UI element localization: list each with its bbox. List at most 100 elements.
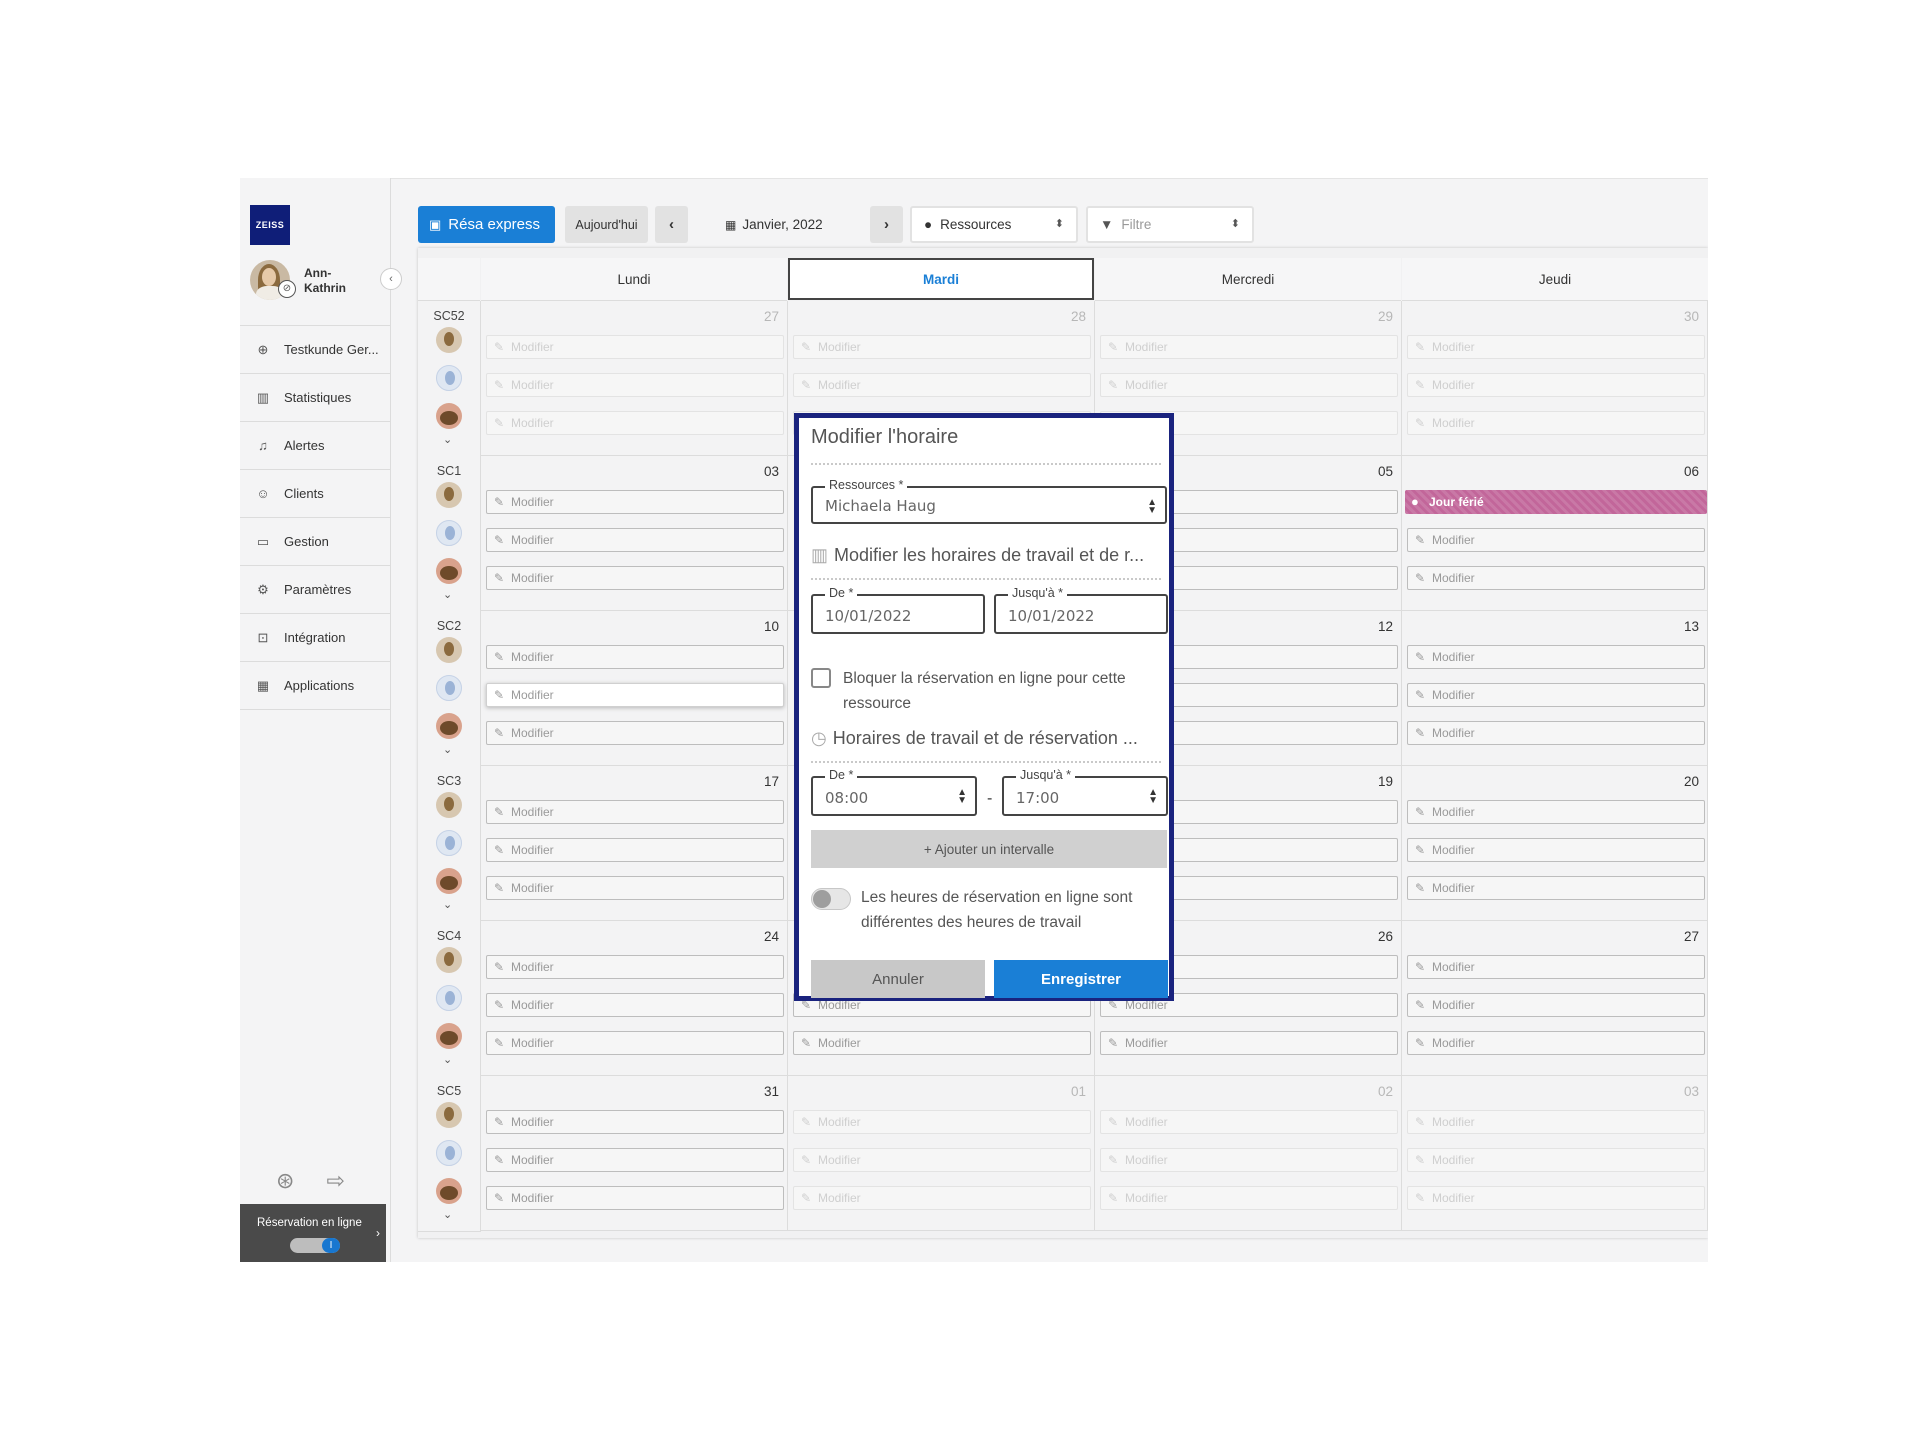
sidebar-item-integration[interactable]: ⊡ Intégration: [240, 614, 390, 662]
today-button[interactable]: Aujourd'hui: [565, 206, 648, 243]
sidebar-item-testkunde[interactable]: ⊕ Testkunde Ger...: [240, 326, 390, 374]
modify-button[interactable]: Modifier: [1100, 335, 1398, 359]
modify-button[interactable]: Modifier: [1407, 373, 1705, 397]
resource-avatar[interactable]: [436, 637, 462, 663]
chevron-down-icon[interactable]: ⌄: [443, 433, 452, 446]
chevron-right-icon[interactable]: ›: [376, 1226, 388, 1242]
from-date-field[interactable]: De * 10/01/2022: [811, 586, 985, 634]
modify-button[interactable]: Modifier: [1407, 683, 1705, 707]
modify-button[interactable]: Modifier: [486, 993, 784, 1017]
cancel-button[interactable]: Annuler: [811, 960, 985, 998]
resource-avatar[interactable]: [436, 558, 462, 584]
day-header-mardi[interactable]: Mardi: [788, 258, 1094, 300]
chevron-down-icon[interactable]: ⌄: [443, 588, 452, 601]
to-time-select[interactable]: Jusqu'à * 17:00 ▲ ▼: [1002, 768, 1168, 816]
resources-select[interactable]: ● Ressources ⬍: [910, 206, 1078, 243]
logout-icon[interactable]: ⇨: [326, 1168, 344, 1198]
resource-avatar[interactable]: [436, 675, 462, 701]
modify-button[interactable]: Modifier: [1100, 1110, 1398, 1134]
modify-button[interactable]: Modifier: [486, 838, 784, 862]
modify-button[interactable]: Modifier: [486, 335, 784, 359]
chevron-down-icon[interactable]: ⌄: [443, 743, 452, 756]
modify-button[interactable]: Modifier: [1407, 1186, 1705, 1210]
next-week-button[interactable]: ›: [870, 206, 903, 243]
prev-week-button[interactable]: ‹: [655, 206, 688, 243]
resource-avatar[interactable]: [436, 327, 462, 353]
modify-button[interactable]: Modifier: [1100, 1186, 1398, 1210]
modify-button[interactable]: Modifier: [486, 876, 784, 900]
from-time-select[interactable]: De * 08:00 ▲ ▼: [811, 768, 977, 816]
modify-button[interactable]: Modifier: [1407, 335, 1705, 359]
modify-button[interactable]: Modifier: [1407, 721, 1705, 745]
modify-button[interactable]: Modifier: [1407, 800, 1705, 824]
help-icon[interactable]: ⊛: [276, 1168, 294, 1198]
filter-select[interactable]: ▼ Filtre ⬍: [1086, 206, 1254, 243]
user-profile[interactable]: ⊘ Ann-Kathrin: [250, 260, 380, 302]
modify-button[interactable]: Modifier: [486, 411, 784, 435]
modify-button[interactable]: Modifier: [1407, 993, 1705, 1017]
sidebar-item-gestion[interactable]: ▭ Gestion: [240, 518, 390, 566]
modify-button[interactable]: Modifier: [1407, 1110, 1705, 1134]
modify-button[interactable]: Modifier: [1407, 1148, 1705, 1172]
modify-button[interactable]: Modifier: [1100, 373, 1398, 397]
modify-button[interactable]: Modifier: [486, 528, 784, 552]
zeiss-logo[interactable]: ZEISS: [250, 205, 290, 245]
resource-avatar[interactable]: [436, 713, 462, 739]
resource-avatar[interactable]: [436, 792, 462, 818]
sidebar-item-applications[interactable]: ▦ Applications: [240, 662, 390, 710]
modify-button[interactable]: Modifier: [1407, 1031, 1705, 1055]
modify-button[interactable]: Modifier: [1407, 411, 1705, 435]
modify-button[interactable]: Modifier: [486, 373, 784, 397]
different-hours-toggle[interactable]: [811, 888, 851, 910]
modify-button[interactable]: Modifier: [486, 566, 784, 590]
modify-button[interactable]: Modifier: [486, 1031, 784, 1055]
chevron-down-icon[interactable]: ⌄: [443, 1053, 452, 1066]
sidebar-item-statistiques[interactable]: ▥ Statistiques: [240, 374, 390, 422]
modify-button[interactable]: Modifier: [1407, 645, 1705, 669]
sidebar-item-clients[interactable]: ☺ Clients: [240, 470, 390, 518]
block-online-booking-checkbox[interactable]: [811, 668, 831, 688]
modify-button[interactable]: Modifier: [486, 1110, 784, 1134]
modify-button[interactable]: Modifier: [793, 1186, 1091, 1210]
modify-button[interactable]: Modifier: [1407, 876, 1705, 900]
modify-button[interactable]: Modifier: [486, 645, 784, 669]
modify-button[interactable]: Modifier: [793, 1031, 1091, 1055]
modify-button[interactable]: Modifier: [486, 955, 784, 979]
chevron-down-icon[interactable]: ⌄: [443, 1208, 452, 1221]
modify-button[interactable]: Modifier: [793, 1110, 1091, 1134]
sidebar-item-alertes[interactable]: ♫ Alertes: [240, 422, 390, 470]
resources-select[interactable]: Ressources * Michaela Haug ▲ ▼: [811, 478, 1167, 524]
online-booking-toggle[interactable]: I: [290, 1238, 340, 1253]
save-button[interactable]: Enregistrer: [994, 960, 1168, 998]
resource-avatar[interactable]: [436, 403, 462, 429]
modify-button[interactable]: Modifier: [793, 335, 1091, 359]
resource-avatar[interactable]: [436, 868, 462, 894]
resource-avatar[interactable]: [436, 365, 462, 391]
resource-avatar[interactable]: [436, 1178, 462, 1204]
resource-avatar[interactable]: [436, 1023, 462, 1049]
modify-button[interactable]: Modifier: [1407, 528, 1705, 552]
resource-avatar[interactable]: [436, 482, 462, 508]
modify-button[interactable]: Modifier: [1100, 1031, 1398, 1055]
add-interval-button[interactable]: + Ajouter un intervalle: [811, 830, 1167, 868]
to-date-field[interactable]: Jusqu'à * 10/01/2022: [994, 586, 1168, 634]
modify-button[interactable]: Modifier: [1407, 838, 1705, 862]
modify-button[interactable]: Modifier: [486, 1186, 784, 1210]
modify-button[interactable]: Modifier: [793, 1148, 1091, 1172]
modify-button[interactable]: Modifier: [793, 373, 1091, 397]
edit-profile-icon[interactable]: ⊘: [278, 280, 296, 298]
modify-button[interactable]: Modifier: [1407, 566, 1705, 590]
modify-button[interactable]: Modifier: [1100, 1148, 1398, 1172]
holiday-event[interactable]: Jour férié: [1405, 490, 1707, 514]
resource-avatar[interactable]: [436, 1102, 462, 1128]
resource-avatar[interactable]: [436, 520, 462, 546]
modify-button[interactable]: Modifier: [1407, 955, 1705, 979]
modify-button[interactable]: Modifier: [486, 1148, 784, 1172]
modify-button[interactable]: Modifier: [486, 800, 784, 824]
current-date-label[interactable]: ▦ Janvier, 2022: [725, 206, 845, 243]
express-booking-button[interactable]: ▣ Résa express: [418, 206, 555, 243]
modify-button[interactable]: Modifier: [486, 683, 784, 707]
chevron-down-icon[interactable]: ⌄: [443, 898, 452, 911]
modify-button[interactable]: Modifier: [486, 721, 784, 745]
modify-button[interactable]: Modifier: [486, 490, 784, 514]
